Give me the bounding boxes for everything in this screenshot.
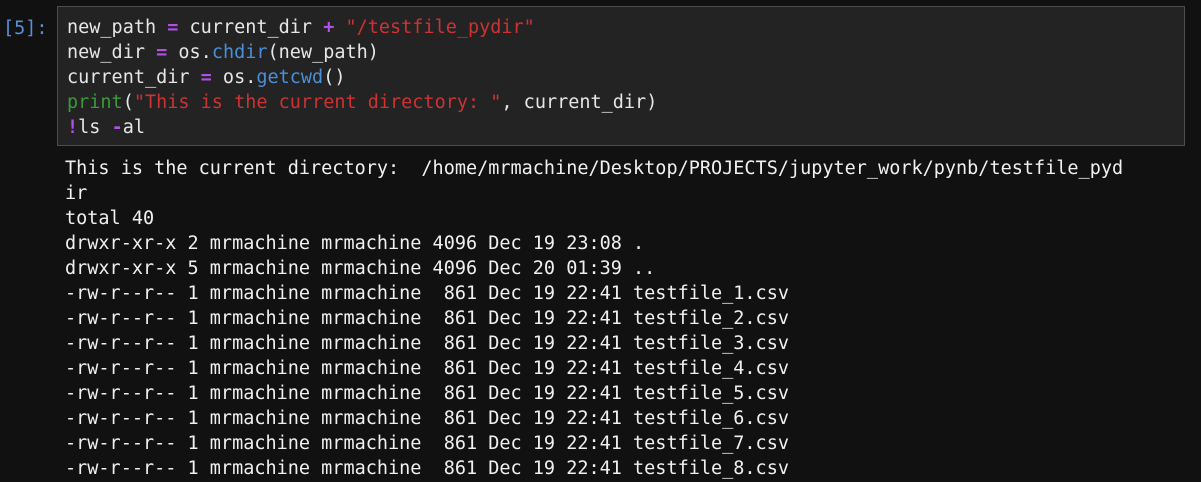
code-token: ls (78, 117, 112, 138)
output-line: -rw-r--r-- 1 mrmachine mrmachine 861 Dec… (65, 283, 789, 304)
code-token-string: "/testfile_pydir" (345, 17, 535, 38)
code-token-string: "This is the current directory: " (133, 92, 502, 113)
code-token: new_path (67, 17, 168, 38)
code-token-operator: = (200, 67, 212, 88)
code-token: os. (211, 67, 257, 88)
code-token-shell-bang: ! (67, 117, 79, 138)
code-token-operator: = (167, 17, 179, 38)
code-input-area[interactable]: new_path = current_dir + "/testfile_pydi… (57, 6, 1185, 146)
output-line: -rw-r--r-- 1 mrmachine mrmachine 861 Dec… (65, 308, 789, 329)
output-line: -rw-r--r-- 1 mrmachine mrmachine 861 Dec… (65, 358, 789, 379)
code-token-builtin: print (67, 92, 123, 113)
code-token: al (122, 117, 145, 138)
code-line-2: new_dir = os.chdir(new_path) (67, 40, 1184, 65)
code-token: (new_path) (267, 42, 379, 63)
output-line: This is the current directory: /home/mrm… (65, 158, 1124, 179)
code-token: current_dir (67, 67, 201, 88)
output-line: -rw-r--r-- 1 mrmachine mrmachine 861 Dec… (65, 333, 789, 354)
code-line-5: !ls -al (67, 115, 1184, 140)
code-token-operator: - (111, 117, 123, 138)
code-line-3: current_dir = os.getcwd() (67, 65, 1184, 90)
code-line-1: new_path = current_dir + "/testfile_pydi… (67, 15, 1184, 40)
code-line-4: print("This is the current directory: ",… (67, 90, 1184, 115)
code-token-operator: = (156, 42, 168, 63)
output-line: drwxr-xr-x 2 mrmachine mrmachine 4096 De… (65, 233, 645, 254)
code-token-function: chdir (211, 42, 268, 63)
code-token-operator: + (323, 17, 335, 38)
output-line: total 40 (65, 208, 155, 229)
notebook-cell: [5]: new_path = current_dir + "/testfile… (0, 0, 1201, 482)
code-token: () (323, 67, 346, 88)
execution-count-prompt: [5]: (3, 18, 48, 39)
code-token: current_dir (178, 17, 324, 38)
code-token: ( (122, 92, 134, 113)
output-line: -rw-r--r-- 1 mrmachine mrmachine 861 Dec… (65, 458, 789, 479)
code-token: new_dir (67, 42, 157, 63)
output-line: -rw-r--r-- 1 mrmachine mrmachine 861 Dec… (65, 383, 789, 404)
output-line: -rw-r--r-- 1 mrmachine mrmachine 861 Dec… (65, 433, 789, 454)
code-token: os. (167, 42, 212, 63)
code-token-function: getcwd (256, 67, 324, 88)
code-token: , current_dir) (501, 92, 658, 113)
output-line: drwxr-xr-x 5 mrmachine mrmachine 4096 De… (65, 258, 656, 279)
cell-output-area: This is the current directory: /home/mrm… (65, 156, 1185, 481)
output-line: -rw-r--r-- 1 mrmachine mrmachine 861 Dec… (65, 408, 789, 429)
output-line: ir (65, 183, 88, 204)
